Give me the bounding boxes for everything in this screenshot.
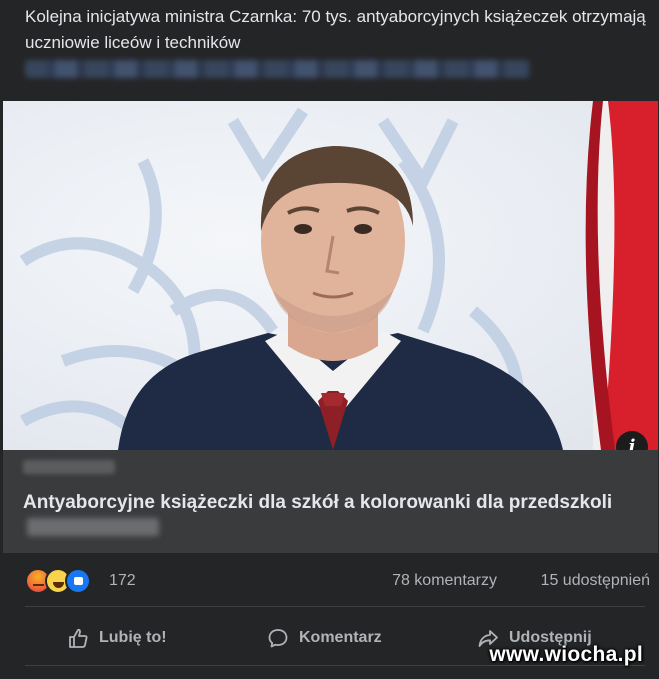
- reaction-count[interactable]: 172: [109, 572, 136, 590]
- blurred-link-url: [25, 60, 530, 78]
- like-reaction-icon: [65, 568, 91, 594]
- post-stats: 172 78 komentarzy 15 udostępnień: [25, 566, 650, 596]
- blurred-domain: [23, 460, 115, 474]
- photo-illustration: [19, 101, 658, 450]
- comment-icon: [268, 629, 288, 648]
- comments-count[interactable]: 78 komentarzy: [392, 572, 497, 590]
- like-button[interactable]: Lubię to!: [67, 613, 167, 663]
- link-meta[interactable]: Antyaborcyjne książeczki dla szkół a kol…: [3, 450, 658, 553]
- thumbs-up-icon: [69, 628, 88, 648]
- post-text: Kolejna inicjatywa ministra Czarnka: 70 …: [25, 7, 646, 52]
- article-photo[interactable]: i: [3, 101, 658, 450]
- watermark-logo: www.wiocha.pl: [489, 643, 643, 666]
- comment-label: Komentarz: [299, 629, 382, 646]
- divider: [25, 606, 645, 607]
- link-title[interactable]: Antyaborcyjne książeczki dla szkół a kol…: [23, 490, 643, 542]
- comment-button[interactable]: Komentarz: [267, 613, 382, 663]
- shares-count[interactable]: 15 udostępnień: [541, 572, 650, 590]
- blurred-source: [27, 518, 159, 536]
- link-title-text: Antyaborcyjne książeczki dla szkół a kol…: [23, 492, 613, 513]
- link-preview-card[interactable]: i Antyaborcyjne książeczki dla szkół a k…: [3, 101, 658, 553]
- like-label: Lubię to!: [99, 629, 167, 646]
